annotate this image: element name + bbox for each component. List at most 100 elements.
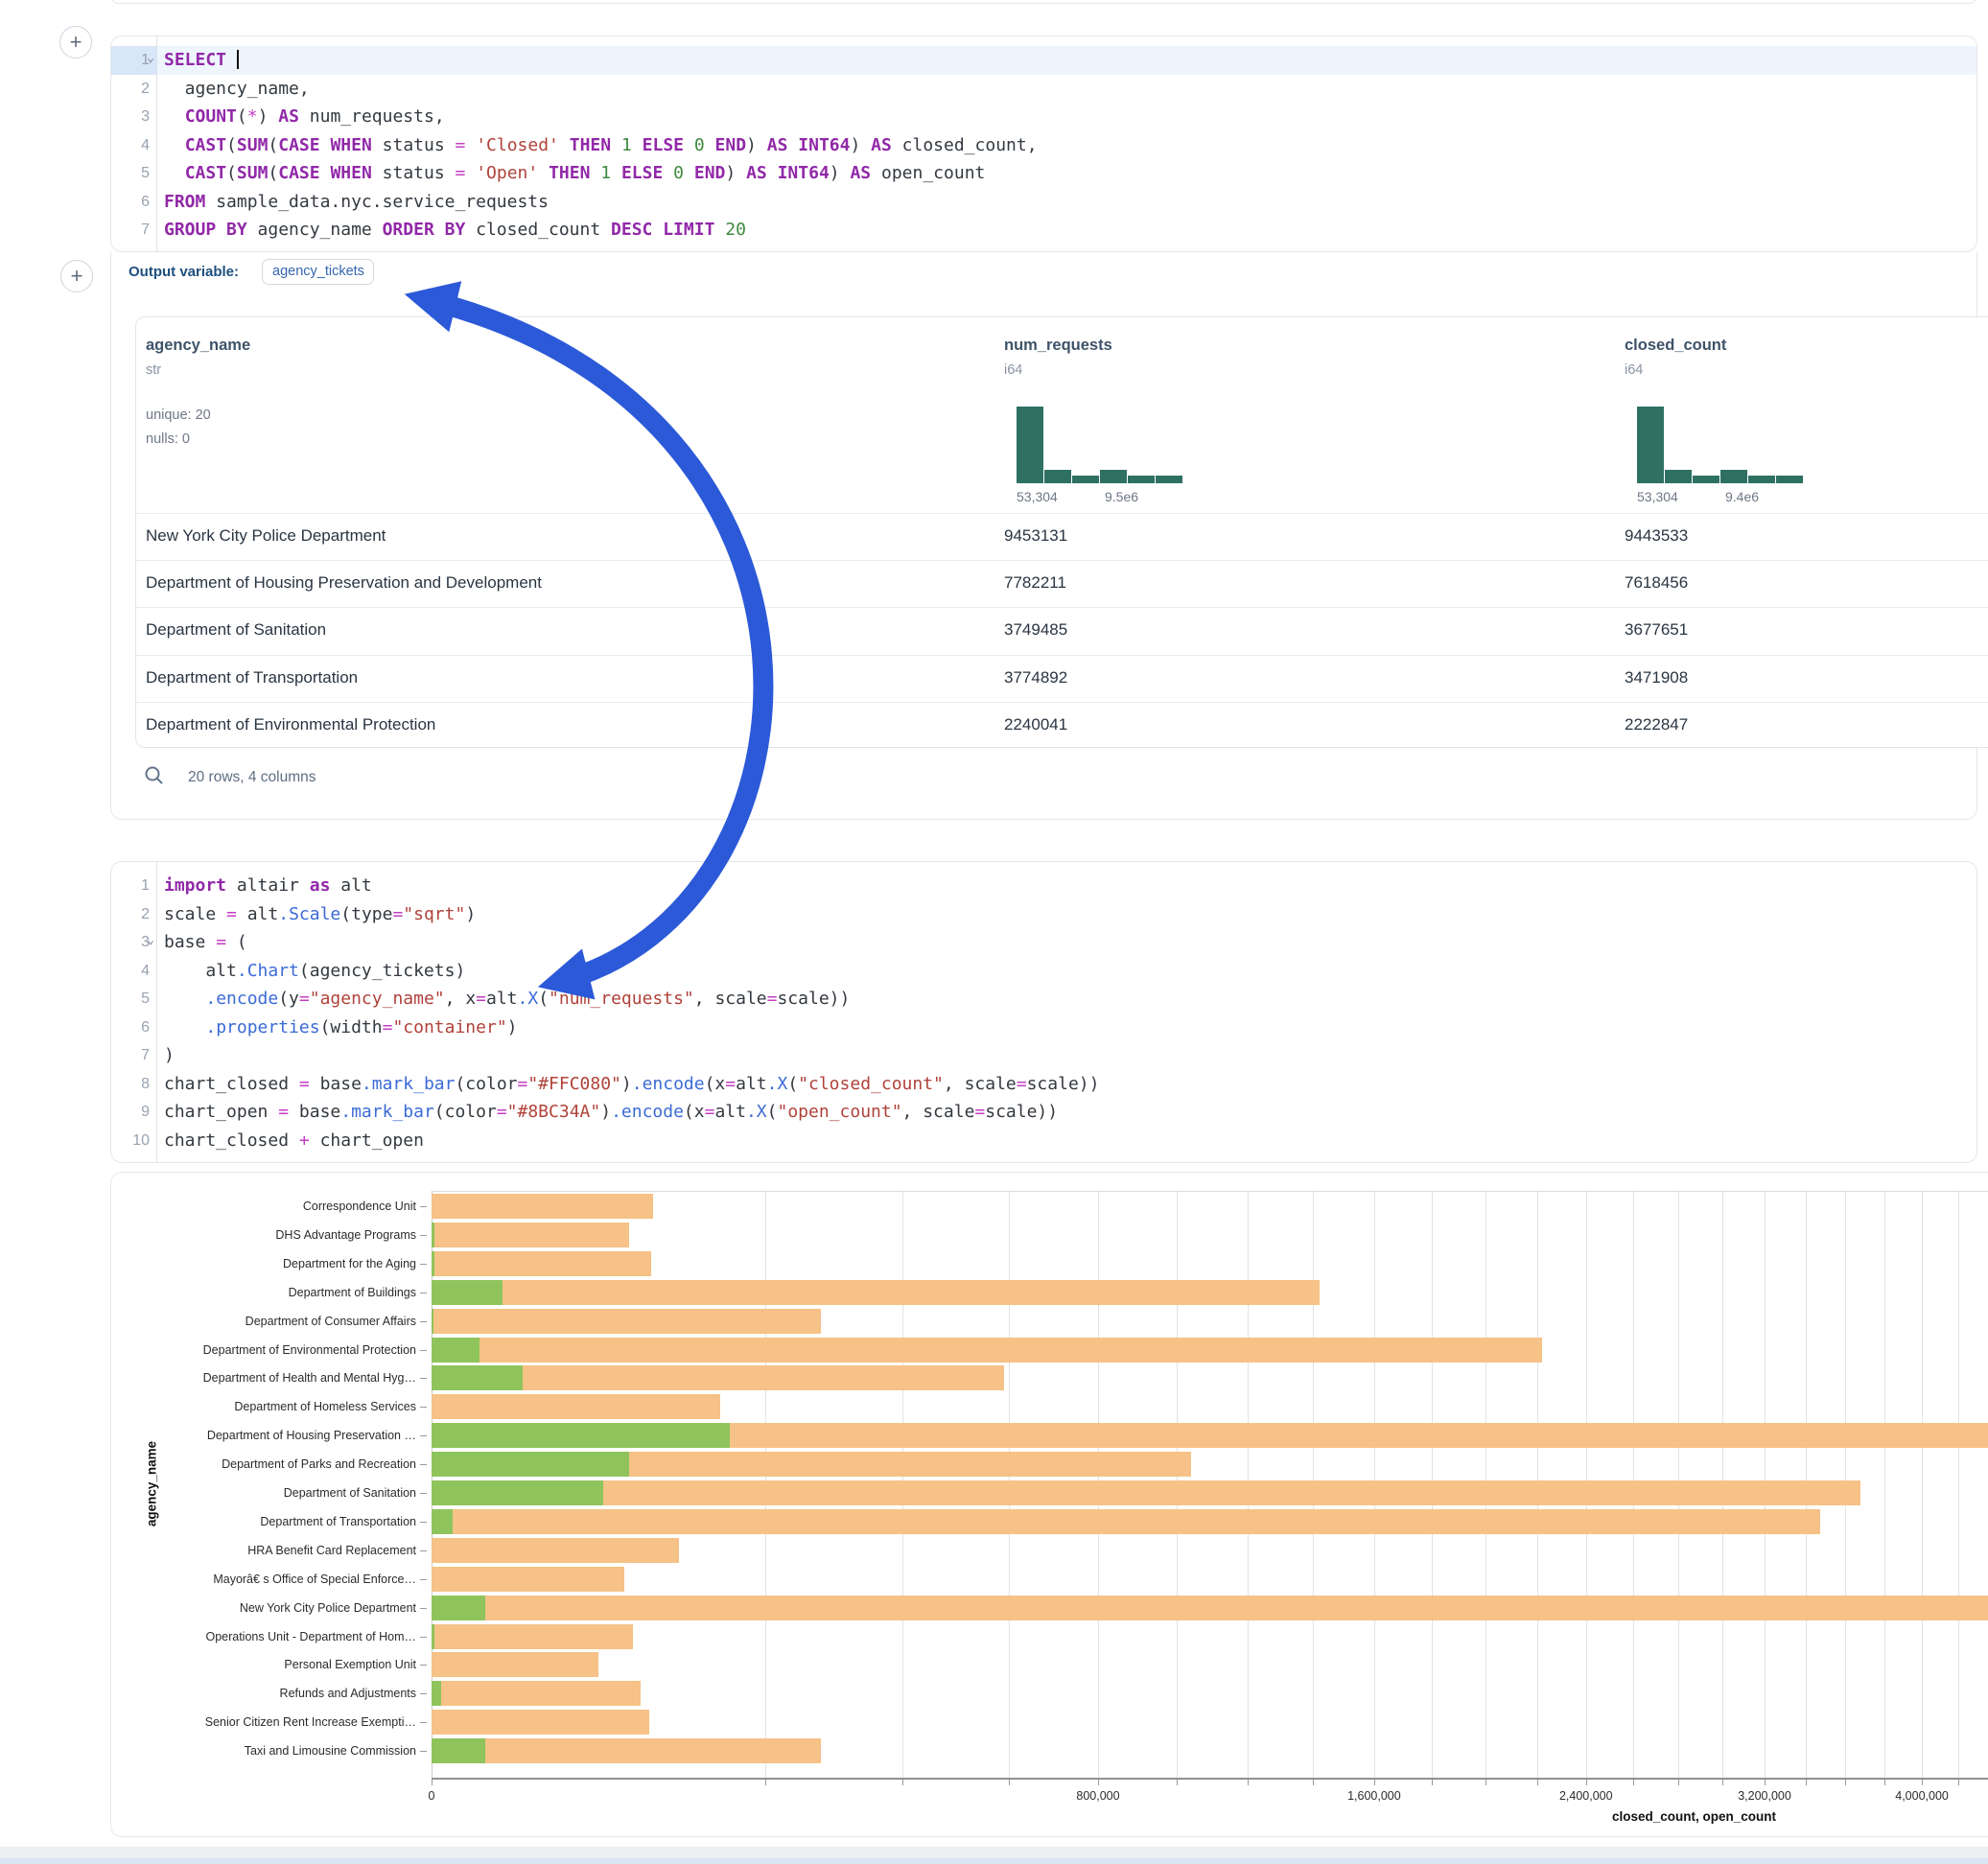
line-number: 7 [111,1041,150,1070]
code-text: scale = alt.Scale(type="sqrt") [164,900,476,929]
table-cell: 2222847 [1625,715,1688,734]
python-code-editor[interactable]: 1import altair as alt2 scale = alt.Scale(… [111,862,1976,1162]
code-line[interactable]: 4 CAST(SUM(CASE WHEN status = 'Closed' T… [111,131,1976,160]
line-number: 2 [111,900,150,929]
line-number: 6 [111,1014,150,1042]
x-axis-tick [1009,1780,1010,1785]
bar-closed [432,1538,679,1563]
x-axis-tick [1922,1780,1923,1785]
code-text: chart_open = base.mark_bar(color="#8BC34… [164,1098,1058,1127]
x-axis-label: 0 [429,1789,435,1803]
code-text: alt.Chart(agency_tickets) [164,957,465,986]
code-line[interactable]: 10chart_closed + chart_open [111,1127,1976,1155]
column-stat: nulls: 0 [146,431,190,447]
code-line[interactable]: 7) [111,1041,1976,1070]
x-axis-tick [1586,1780,1587,1785]
y-axis-label: New York City Police Department [100,1601,416,1615]
collapse-chevron-icon[interactable]: ⌄ [144,44,157,73]
x-axis-tick [1432,1780,1433,1785]
column-header[interactable]: num_requests [1004,337,1112,355]
x-axis-tick [1678,1780,1679,1785]
y-axis-tick [420,1608,427,1609]
gridline [1884,1191,1885,1778]
bar-open [432,1738,485,1763]
code-line[interactable]: 8chart_closed = base.mark_bar(color="#FF… [111,1070,1976,1099]
code-line[interactable]: 9chart_open = base.mark_bar(color="#8BC3… [111,1098,1976,1127]
code-line[interactable]: 7GROUP BY agency_name ORDER BY closed_co… [111,216,1976,245]
dataframe-preview: agency_namestrunique: 20nulls: 0num_requ… [135,316,1988,748]
y-axis-label: Department of Environmental Protection [100,1343,416,1357]
bar-closed [432,1280,1320,1305]
histogram-bar [1072,476,1099,483]
x-axis-tick [1177,1780,1178,1785]
y-axis-tick [420,1693,427,1694]
line-number: 5 [111,985,150,1014]
bar-closed [432,1567,624,1592]
code-line[interactable]: 6 .properties(width="container") [111,1014,1976,1042]
code-line[interactable]: 2 scale = alt.Scale(type="sqrt") [111,900,1976,929]
x-axis-label: 2,400,000 [1559,1789,1613,1803]
bar-closed [432,1194,653,1219]
page-bottom-band [0,1847,1988,1858]
code-line[interactable]: 5 CAST(SUM(CASE WHEN status = 'Open' THE… [111,159,1976,188]
output-variable-label: Output variable: [129,264,239,280]
bar-open [432,1509,453,1534]
y-axis-tick [420,1637,427,1638]
line-number: 3 [111,103,150,131]
x-axis-tick [1248,1780,1249,1785]
code-text: FROM sample_data.nyc.service_requests [164,188,549,217]
y-axis-tick [420,1665,427,1666]
code-line[interactable]: 5 .encode(y="agency_name", x=alt.X("num_… [111,985,1976,1014]
histogram-max-label: 9.5e6 [1105,489,1138,504]
bar-closed [432,1480,1860,1505]
x-axis-tick [1806,1780,1807,1785]
code-line[interactable]: 6 FROM sample_data.nyc.service_requests [111,188,1976,217]
line-number: 4 [111,957,150,986]
code-text: CAST(SUM(CASE WHEN status = 'Open' THEN … [164,159,985,188]
code-line[interactable]: 3 COUNT(*) AS num_requests, [111,103,1976,131]
code-text: agency_name, [164,75,310,104]
table-cell: Department of Environmental Protection [146,715,435,734]
code-text: .encode(y="agency_name", x=alt.X("num_re… [164,985,850,1014]
x-axis-tick [1765,1780,1766,1785]
horizontal-scrollbar[interactable] [0,1858,1988,1864]
search-icon[interactable] [143,764,166,787]
code-text: COUNT(*) AS num_requests, [164,103,445,131]
line-number: 6 [111,188,150,217]
bar-open [432,1338,479,1363]
line-number: 8 [111,1070,150,1099]
bar-open [432,1223,434,1247]
output-variable-pill[interactable]: agency_tickets [262,259,374,285]
line-number: 2 [111,75,150,104]
add-cell-button[interactable]: + [60,260,93,292]
histogram-bar [1156,476,1182,483]
x-axis-tick [1633,1780,1634,1785]
y-axis-label: Operations Unit - Department of Hom… [100,1630,416,1643]
sql-code-editor[interactable]: 1⌄SELECT 2 agency_name,3 COUNT(*) AS num… [111,36,1976,251]
x-axis-tick [1098,1780,1099,1785]
code-text: base = ( [164,928,247,957]
table-row: Department of Housing Preservation and D… [136,560,1988,608]
histogram-bar [1044,470,1071,483]
code-line[interactable]: 2 agency_name, [111,75,1976,104]
code-line[interactable]: 4 alt.Chart(agency_tickets) [111,957,1976,986]
table-row-count: 20 rows, 4 columns [188,769,316,786]
x-axis-tick [1313,1780,1314,1785]
add-cell-button[interactable]: + [59,26,92,58]
line-number: 7 [111,216,150,245]
column-header[interactable]: closed_count [1625,337,1726,355]
y-axis-label: Department for the Aging [100,1257,416,1270]
bar-open [432,1280,503,1305]
collapse-chevron-icon[interactable]: ⌄ [144,926,157,955]
y-axis-tick [420,1464,427,1465]
column-type: str [146,362,161,378]
histogram-bar [1128,476,1155,483]
column-header[interactable]: agency_name [146,337,250,355]
code-line[interactable]: 1import altair as alt [111,872,1976,900]
histogram-bar [1776,476,1803,483]
column-type: i64 [1625,362,1643,378]
code-line[interactable]: 1⌄SELECT [111,46,1976,75]
code-line[interactable]: 3⌄base = ( [111,928,1976,957]
y-axis-tick [420,1493,427,1494]
table-cell: Department of Transportation [146,668,358,687]
